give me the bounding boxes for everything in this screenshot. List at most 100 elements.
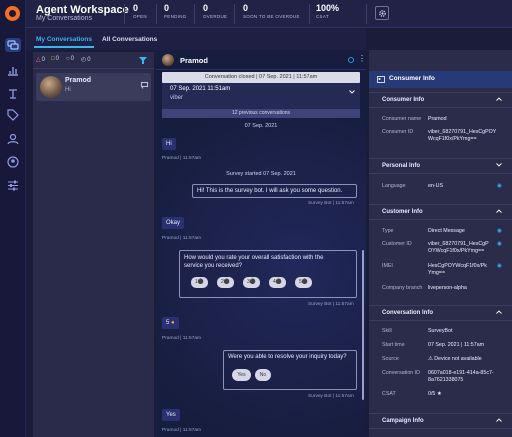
chat-consumer-name: Pramod — [180, 56, 208, 65]
liveperson-logo-icon — [5, 6, 20, 21]
chat-header: Pramod ⋮ — [156, 50, 366, 70]
message-meta: Survey Bot | 11:57am — [308, 394, 354, 399]
date-separator: 07 Sep. 2021 — [244, 123, 278, 129]
consumer-message: Hi — [162, 138, 176, 150]
message-meta: Survey Bot | 11:57am — [308, 201, 354, 206]
divider — [309, 4, 310, 24]
edit-icon[interactable]: ◉ — [497, 241, 502, 247]
section-consumer-info[interactable]: Consumer Info — [369, 92, 512, 108]
chevron-down-icon[interactable] — [349, 90, 355, 94]
clock-icon: ◴ — [81, 57, 87, 63]
chevron-down-icon[interactable] — [496, 163, 502, 167]
tab-all-conversations[interactable]: All Conversations — [102, 36, 157, 43]
conversation-snippet: Hi — [65, 87, 71, 93]
no-option-button[interactable]: No — [255, 369, 271, 381]
section-conversation-info[interactable]: Conversation Info — [369, 305, 512, 321]
filter-messages[interactable]: □ 0 — [51, 56, 59, 62]
conversation-name: Pramod — [65, 77, 92, 84]
section-campaign-info[interactable]: Campaign Info — [369, 413, 512, 429]
previous-conversation-date: 07 Sep. 2021 11:51am — [170, 86, 231, 92]
chat-scrollbar[interactable] — [362, 250, 364, 400]
rating-question-text: How would you rate your overall satisfac… — [184, 255, 324, 269]
warning-icon: ⚠ — [428, 356, 433, 362]
tab-my-conversations[interactable]: My Conversations — [34, 36, 94, 48]
yes-option-button[interactable]: Yes — [232, 369, 251, 381]
rating-option-3[interactable]: 3⚫ — [243, 277, 260, 288]
left-nav-rail — [0, 0, 26, 437]
settings-gear-button[interactable] — [375, 6, 389, 20]
message-meta: Pramod | 11:57am — [162, 236, 202, 241]
filter-waiting[interactable]: ○ 0 — [66, 56, 74, 62]
chevron-up-icon[interactable] — [496, 310, 502, 314]
survey-started-separator: Survey started 07 Sep. 2021 — [226, 171, 296, 177]
previous-conversation-source: viber — [170, 95, 184, 101]
stat-csat: 100% CSAT — [316, 3, 340, 19]
consumer-message: Yes — [162, 409, 180, 421]
divider — [234, 4, 235, 24]
settings-sliders-nav-icon[interactable] — [5, 178, 21, 192]
emoji-icon: ● — [171, 320, 175, 326]
consumer-info-title: Consumer Info — [389, 75, 435, 82]
divider — [124, 4, 125, 24]
rating-option-5[interactable]: 5⚫ — [295, 277, 312, 288]
more-options-icon[interactable]: ⋮ — [358, 55, 366, 63]
conversation-closed-banner: Conversation closed | 07 Sep. 2021 | 11:… — [162, 72, 360, 83]
users-nav-icon[interactable] — [5, 131, 21, 145]
message-meta: Pramod | 11:57am — [162, 336, 202, 341]
filter-alert[interactable]: △ 0 — [36, 56, 45, 64]
previous-conversations-count[interactable]: 12 previous conversations — [162, 109, 360, 118]
consumer-message: 5 ● — [162, 317, 179, 329]
tag-nav-icon[interactable] — [5, 108, 21, 122]
conversation-list-panel: △ 0 □ 0 ○ 0 ◴ 0 Pramod Hi — [33, 52, 154, 437]
stat-open: 0 OPEN — [133, 3, 147, 19]
chat-panel: Pramod ⋮ Conversation closed | 07 Sep. 2… — [156, 50, 366, 437]
message-meta: Pramod | 11:57am — [162, 156, 202, 161]
consumer-message: Okay — [162, 217, 185, 229]
divider — [366, 4, 367, 24]
gear-icon — [378, 9, 386, 17]
bot-message: Hi! This is the survey bot. I will ask y… — [192, 184, 357, 198]
divider — [194, 4, 195, 24]
filter-time[interactable]: ◴ 0 — [81, 56, 91, 64]
avatar — [40, 76, 62, 98]
stat-pending: 0 PENDING — [164, 3, 187, 19]
edit-icon[interactable]: ◉ — [497, 228, 502, 234]
reports-nav-icon[interactable] — [5, 63, 21, 77]
yes-no-question-text: Were you able to resolve your inquiry to… — [228, 354, 347, 360]
bot-rating-question: How would you rate your overall satisfac… — [179, 250, 357, 298]
chevron-up-icon[interactable] — [496, 97, 502, 101]
filter-funnel-icon[interactable] — [139, 57, 147, 64]
agent-status-nav-icon[interactable] — [5, 155, 21, 169]
closed-conversation-icon — [141, 82, 148, 89]
conversation-tabs: My Conversations All Conversations — [26, 28, 366, 50]
section-personal-info[interactable]: Personal Info — [369, 158, 512, 174]
top-bar: Agent Workspace My Conversations 0 OPEN 0… — [26, 0, 512, 28]
rating-option-4[interactable]: 4⚫ — [269, 277, 286, 288]
chevron-up-icon[interactable] — [496, 209, 502, 213]
filter-row: △ 0 □ 0 ○ 0 ◴ 0 — [33, 52, 154, 69]
alert-icon: △ — [36, 57, 41, 63]
rating-option-2[interactable]: 2⚫ — [217, 277, 234, 288]
rating-option-1[interactable]: 1⚫ — [191, 277, 208, 288]
divider — [156, 4, 157, 24]
stat-soon-overdue: 0 SOON TO BE OVERDUE — [243, 3, 300, 19]
stat-overdue: 0 OVERDUE — [203, 3, 228, 19]
app-subtitle: My Conversations — [36, 15, 93, 22]
star-icon: ★ — [436, 391, 442, 397]
avatar — [162, 54, 174, 66]
section-customer-info[interactable]: Customer Info — [369, 204, 512, 220]
message-meta: Pramod | 11:57am — [162, 428, 202, 433]
message-icon: □ — [51, 56, 55, 62]
message-meta: Survey Bot | 11:57am — [308, 302, 354, 307]
previous-conversation[interactable]: 07 Sep. 2021 11:51am viber — [162, 83, 360, 109]
conversation-item[interactable]: Pramod Hi — [36, 73, 151, 101]
chevron-up-icon[interactable] — [496, 418, 502, 422]
consumer-info-header: Consumer Info — [369, 71, 512, 88]
app-root: Agent Workspace My Conversations 0 OPEN 0… — [0, 0, 512, 437]
edit-icon[interactable]: ◉ — [497, 263, 502, 269]
bot-nav-icon[interactable] — [5, 86, 21, 100]
check-circle-icon — [348, 57, 354, 63]
conversations-nav-icon[interactable] — [5, 38, 21, 52]
id-card-icon — [377, 76, 385, 83]
edit-icon[interactable]: ◉ — [497, 183, 502, 189]
